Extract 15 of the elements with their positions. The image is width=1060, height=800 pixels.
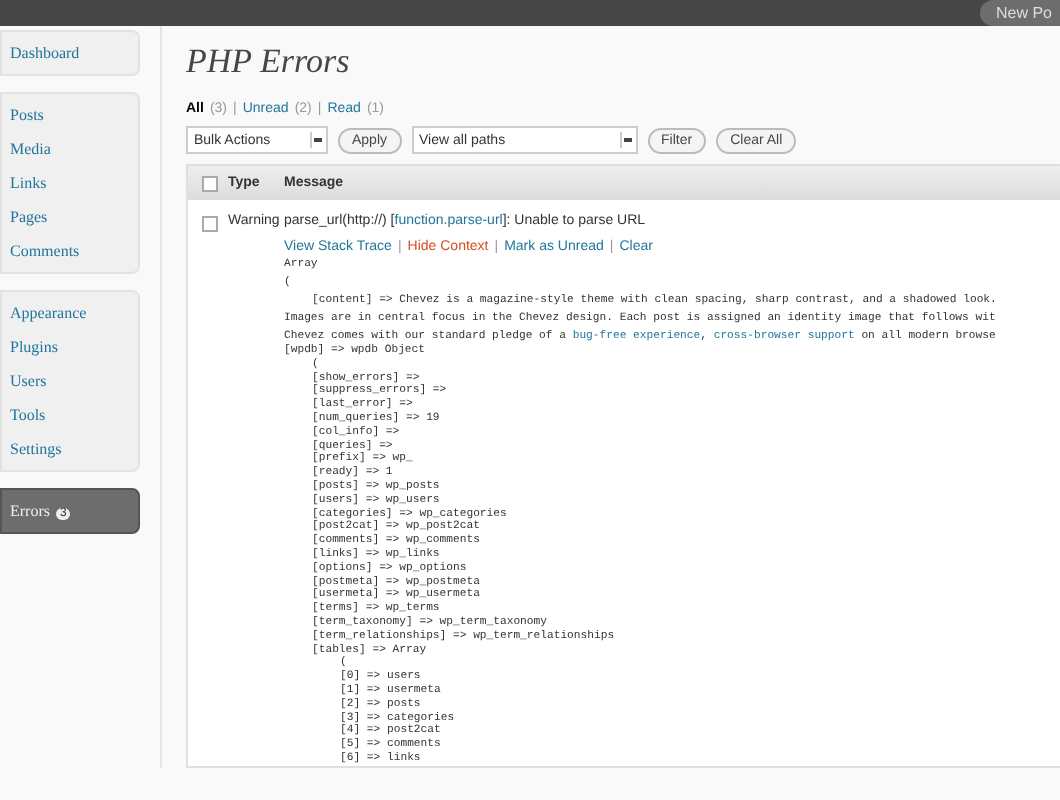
new-post-button[interactable]: New Po — [979, 0, 1060, 26]
menu-item[interactable]: Dashboard — [2, 36, 138, 70]
menu-item[interactable]: Plugins — [2, 330, 138, 364]
menu-item[interactable]: Pages — [2, 200, 138, 234]
page-title: PHP Errors — [186, 42, 352, 82]
menu-item[interactable]: Tools — [2, 398, 138, 432]
menu-item[interactable]: Posts — [2, 98, 138, 132]
menu-item[interactable]: Links — [2, 166, 138, 200]
menu-item[interactable]: Appearance — [2, 296, 138, 330]
row-checkbox[interactable] — [202, 216, 218, 232]
menu-item[interactable]: Settings — [2, 432, 138, 466]
menu-item[interactable]: Media — [2, 132, 138, 166]
select-all-checkbox[interactable] — [202, 175, 218, 191]
menu-item[interactable]: Users — [2, 364, 138, 398]
menu-item[interactable]: Comments — [2, 234, 138, 268]
